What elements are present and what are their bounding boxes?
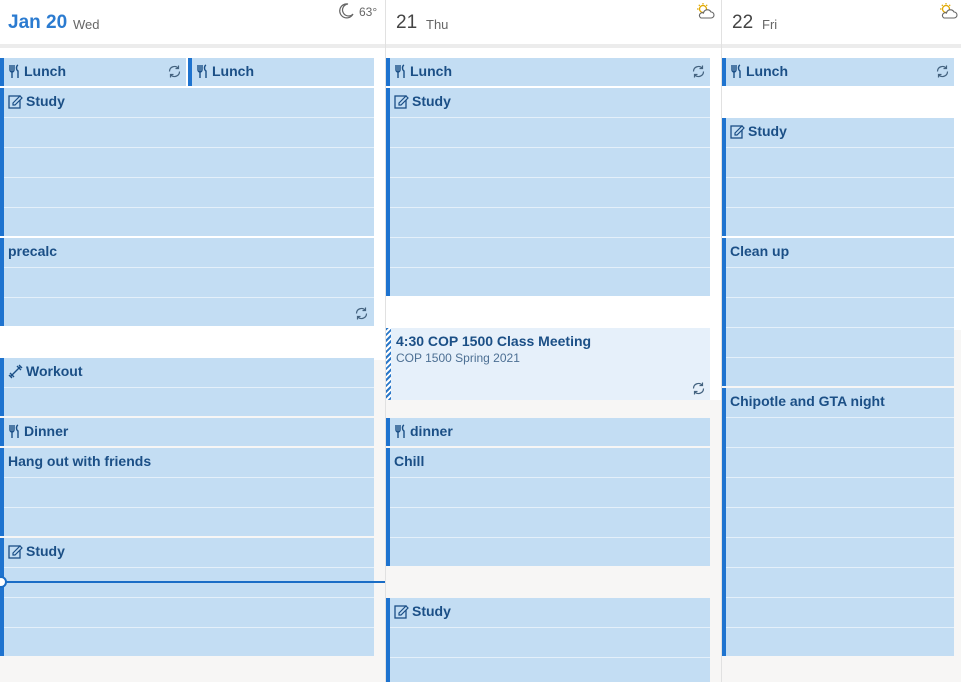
event-title-text: Study <box>412 603 451 619</box>
utensils-icon <box>197 63 207 78</box>
event-title: Study <box>394 603 451 619</box>
day-name: Wed <box>73 17 100 32</box>
event-workout[interactable]: Workout <box>0 358 374 416</box>
edit-icon <box>8 544 23 559</box>
event-title: Lunch <box>394 63 452 79</box>
event-title-text: Study <box>748 123 787 139</box>
edit-icon <box>394 94 409 109</box>
current-time-line <box>0 581 385 583</box>
recurring-icon <box>168 65 181 78</box>
event-title: Study <box>394 93 451 109</box>
dumbbell-icon <box>8 364 23 378</box>
event-title: Clean up <box>730 243 789 259</box>
day-number: 21 <box>396 12 418 33</box>
recurring-icon <box>355 307 368 320</box>
event-title-text: Chipotle and GTA night <box>730 393 885 409</box>
event-hang-out[interactable]: Hang out with friends <box>0 448 374 536</box>
event-chipotle-gta[interactable]: Chipotle and GTA night <box>722 388 954 656</box>
utensils-icon <box>9 423 19 438</box>
event-study[interactable]: Study <box>722 118 954 236</box>
event-title-text: Workout <box>26 363 83 379</box>
event-title: Hang out with friends <box>8 453 151 469</box>
event-title-text: Lunch <box>746 63 788 79</box>
event-title-text: Clean up <box>730 243 790 259</box>
event-title: Study <box>8 543 65 559</box>
moon-icon <box>337 2 355 23</box>
event-title: Study <box>730 123 787 139</box>
event-location: COP 1500 Spring 2021 <box>396 351 520 365</box>
event-title-text: Lunch <box>212 63 254 79</box>
event-precalc[interactable]: precalc <box>0 238 374 326</box>
event-title-text: Lunch <box>410 63 452 79</box>
event-lunch[interactable]: Lunch <box>722 58 954 86</box>
edit-icon <box>730 124 745 139</box>
event-title-text: Study <box>26 93 65 109</box>
event-title-text: 4:30 COP 1500 Class Meeting <box>396 333 592 349</box>
event-study[interactable]: Study <box>386 598 710 682</box>
event-chill[interactable]: Chill <box>386 448 710 566</box>
partly-cloudy-icon <box>695 2 715 23</box>
day-name: Thu <box>426 17 449 32</box>
event-title-text: precalc <box>8 243 58 259</box>
day-header-fri[interactable]: 22 Fri <box>722 0 961 46</box>
day-header-thu[interactable]: 21 Thu <box>386 0 721 46</box>
event-title-text: Lunch <box>24 63 66 79</box>
day-header-wed[interactable]: Jan 20 Wed 63° <box>0 0 385 46</box>
event-study[interactable]: Study <box>0 88 374 236</box>
event-study[interactable]: Study <box>0 538 374 656</box>
event-dinner[interactable]: dinner <box>386 418 710 446</box>
event-dinner[interactable]: Dinner <box>0 418 374 446</box>
tentative-stripe <box>386 328 391 400</box>
temperature: 63° <box>359 5 378 19</box>
edit-icon <box>8 94 23 109</box>
event-title: Lunch <box>8 63 66 79</box>
event-title: Lunch <box>196 63 254 79</box>
event-clean-up[interactable]: Clean up <box>722 238 954 386</box>
day-name: Fri <box>762 17 778 32</box>
event-title-text: Study <box>412 93 451 109</box>
event-title: Dinner <box>8 423 68 439</box>
recurring-icon <box>692 65 705 78</box>
event-title-text: Chill <box>394 453 425 469</box>
partly-cloudy-icon <box>938 2 958 23</box>
event-title: Study <box>8 93 65 109</box>
event-lunch[interactable]: Lunch <box>386 58 710 86</box>
event-title: Chipotle and GTA night <box>730 393 885 409</box>
event-title-text: Hang out with friends <box>8 453 152 469</box>
edit-icon <box>394 604 409 619</box>
event-title-text: dinner <box>410 423 453 439</box>
event-lunch[interactable]: Lunch <box>0 58 186 86</box>
event-lunch[interactable]: Lunch <box>188 58 374 86</box>
event-title: dinner <box>394 423 453 439</box>
event-title: Lunch <box>730 63 788 79</box>
utensils-icon <box>731 63 741 78</box>
day-number: 22 <box>732 12 754 33</box>
event-title-text: Dinner <box>24 423 69 439</box>
event-class-meeting[interactable]: 4:30 COP 1500 Class Meeting COP 1500 Spr… <box>386 328 710 400</box>
utensils-icon <box>395 63 405 78</box>
utensils-icon <box>395 423 405 438</box>
day-number: Jan 20 <box>8 12 68 33</box>
event-title: precalc <box>8 243 57 259</box>
utensils-icon <box>9 63 19 78</box>
event-title-text: Study <box>26 543 65 559</box>
event-title: Chill <box>394 453 424 469</box>
event-title: Workout <box>8 363 83 379</box>
recurring-icon <box>936 65 949 78</box>
recurring-icon <box>692 382 705 395</box>
event-title: 4:30 COP 1500 Class Meeting <box>396 333 591 349</box>
event-study[interactable]: Study <box>386 88 710 296</box>
